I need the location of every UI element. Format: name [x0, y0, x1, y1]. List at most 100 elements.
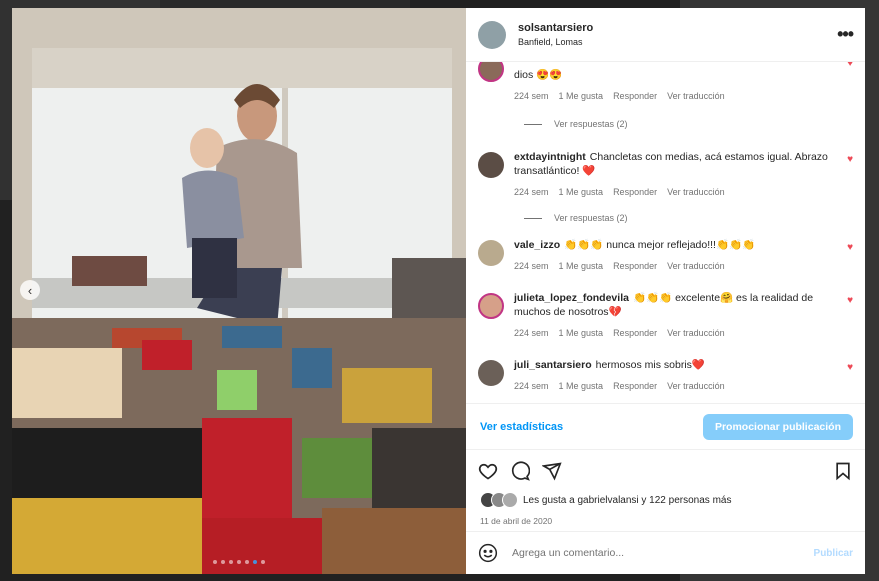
- post-header: solsantarsiero Banfield, Lomas •••: [466, 8, 865, 62]
- comment-item: extdayintnight Chancletas con medias, acá…: [478, 150, 853, 197]
- commenter-avatar[interactable]: [478, 62, 504, 82]
- comment-item: vale_izzo 👏👏👏 nunca mejor reflejado!!!👏👏👏…: [478, 238, 853, 271]
- comment-meta: 224 sem 1 Me gusta Responder Ver traducc…: [514, 91, 839, 101]
- ellipsis-icon[interactable]: •••: [837, 24, 854, 45]
- comment-meta: 224 sem 1 Me gusta Responder Ver traducc…: [514, 328, 839, 338]
- comment-likes-link[interactable]: 1 Me gusta: [559, 91, 604, 101]
- carousel-dot: [237, 560, 241, 564]
- comment-heart-icon[interactable]: ♥: [847, 154, 853, 197]
- post-actions: [466, 450, 865, 492]
- likes-text: Les gusta a gabrielvalansi y 122 persona…: [523, 494, 732, 506]
- carousel-dot: [261, 560, 265, 564]
- translate-link[interactable]: Ver traducción: [667, 187, 725, 197]
- comment-body: julieta_lopez_fondevila 👏👏👏 excelente🤗 es…: [514, 291, 839, 338]
- view-replies-link[interactable]: Ver respuestas (2): [524, 119, 628, 129]
- view-insights-link[interactable]: Ver estadísticas: [480, 421, 563, 433]
- commenter-avatar[interactable]: [478, 152, 504, 178]
- liker-avatar: [502, 492, 518, 508]
- comment-message: 👏👏👏 nunca mejor reflejado!!!👏👏👏: [564, 239, 756, 251]
- carousel-dot: [245, 560, 249, 564]
- carousel-dot: [213, 560, 217, 564]
- translate-link[interactable]: Ver traducción: [667, 381, 725, 391]
- comment-likes-link[interactable]: 1 Me gusta: [559, 261, 604, 271]
- post-location[interactable]: Banfield, Lomas: [518, 37, 837, 47]
- author-info: solsantarsiero Banfield, Lomas: [518, 22, 837, 47]
- comment-message: hermosos mis sobris❤️: [595, 359, 705, 371]
- reply-link[interactable]: Responder: [613, 328, 657, 338]
- photo-illustration: [12, 8, 466, 574]
- commenter-username[interactable]: extdayintnight: [514, 151, 586, 163]
- comment-text: julieta_lopez_fondevila 👏👏👏 excelente🤗 es…: [514, 291, 839, 319]
- carousel-dot: [221, 560, 225, 564]
- comment-heart-icon[interactable]: ♥: [847, 242, 853, 271]
- post-modal: ‹ solsantarsiero Banfield, Lomas ••• dio…: [12, 8, 865, 574]
- comment-item: juli_santarsiero hermosos mis sobris❤️ 22…: [478, 358, 853, 391]
- comment-meta: 224 sem 1 Me gusta Responder Ver traducc…: [514, 187, 839, 197]
- comment-time: 224 sem: [514, 261, 549, 271]
- carousel-dots: [12, 560, 466, 564]
- author-avatar[interactable]: [478, 20, 506, 49]
- comment-likes-link[interactable]: 1 Me gusta: [559, 187, 604, 197]
- comment-heart-icon[interactable]: ♥: [847, 295, 853, 338]
- reply-link[interactable]: Responder: [613, 91, 657, 101]
- comment-text: vale_izzo 👏👏👏 nunca mejor reflejado!!!👏👏👏: [514, 238, 839, 252]
- add-comment-bar: Publicar: [466, 531, 865, 574]
- publish-button[interactable]: Publicar: [814, 548, 853, 559]
- comment-body: dios 😍😍 224 sem 1 Me gusta Responder Ver…: [514, 62, 839, 101]
- commenter-username[interactable]: juli_santarsiero: [514, 359, 592, 371]
- comment-time: 224 sem: [514, 91, 549, 101]
- translate-link[interactable]: Ver traducción: [667, 328, 725, 338]
- smiley-icon[interactable]: [478, 543, 498, 563]
- author-username[interactable]: solsantarsiero: [518, 22, 837, 34]
- replies-divider: [524, 217, 542, 219]
- heart-outline-icon[interactable]: [478, 461, 498, 481]
- chevron-left-icon: ‹: [27, 282, 33, 298]
- carousel-dot: [229, 560, 233, 564]
- post-date: 11 de abril de 2020: [480, 516, 553, 526]
- comments-list[interactable]: dios 😍😍 224 sem 1 Me gusta Responder Ver…: [466, 62, 865, 403]
- post-photo: ‹: [12, 8, 466, 574]
- replies-divider: [524, 123, 542, 125]
- comment-item: dios 😍😍 224 sem 1 Me gusta Responder Ver…: [478, 62, 853, 101]
- commenter-avatar[interactable]: [478, 360, 504, 386]
- comment-body: extdayintnight Chancletas con medias, acá…: [514, 150, 839, 197]
- comment-heart-icon[interactable]: ♥: [847, 362, 853, 391]
- comment-time: 224 sem: [514, 328, 549, 338]
- insights-row: Ver estadísticas Promocionar publicación: [466, 403, 865, 450]
- commenter-username[interactable]: vale_izzo: [514, 239, 560, 251]
- comment-likes-link[interactable]: 1 Me gusta: [559, 328, 604, 338]
- view-replies-link[interactable]: Ver respuestas (2): [524, 213, 628, 223]
- comment-time: 224 sem: [514, 381, 549, 391]
- comment-text: extdayintnight Chancletas con medias, acá…: [514, 150, 839, 178]
- comment-input[interactable]: [510, 546, 814, 560]
- view-replies-label: Ver respuestas (2): [554, 119, 628, 129]
- speech-bubble-icon[interactable]: [510, 461, 530, 481]
- post-side-panel: solsantarsiero Banfield, Lomas ••• dios …: [466, 8, 865, 574]
- comment-likes-link[interactable]: 1 Me gusta: [559, 381, 604, 391]
- bookmark-icon[interactable]: [833, 461, 853, 481]
- commenter-avatar[interactable]: [478, 240, 504, 266]
- comment-meta: 224 sem 1 Me gusta Responder Ver traducc…: [514, 261, 839, 271]
- commenter-avatar[interactable]: [478, 293, 504, 319]
- reply-link[interactable]: Responder: [613, 261, 657, 271]
- reply-link[interactable]: Responder: [613, 187, 657, 197]
- carousel-prev-button[interactable]: ‹: [20, 280, 40, 300]
- view-replies-label: Ver respuestas (2): [554, 213, 628, 223]
- comment-text: dios 😍😍: [514, 68, 839, 82]
- commenter-username[interactable]: julieta_lopez_fondevila: [514, 292, 629, 304]
- comment-body: juli_santarsiero hermosos mis sobris❤️ 22…: [514, 358, 839, 391]
- translate-link[interactable]: Ver traducción: [667, 91, 725, 101]
- likes-summary[interactable]: Les gusta a gabrielvalansi y 122 persona…: [466, 492, 865, 508]
- comment-meta: 224 sem 1 Me gusta Responder Ver traducc…: [514, 381, 839, 391]
- translate-link[interactable]: Ver traducción: [667, 261, 725, 271]
- reply-link[interactable]: Responder: [613, 381, 657, 391]
- comment-body: vale_izzo 👏👏👏 nunca mejor reflejado!!!👏👏👏…: [514, 238, 839, 271]
- paper-plane-icon[interactable]: [542, 461, 562, 481]
- comment-heart-icon[interactable]: ♥: [847, 62, 853, 101]
- comment-item: julieta_lopez_fondevila 👏👏👏 excelente🤗 es…: [478, 291, 853, 338]
- comment-text: juli_santarsiero hermosos mis sobris❤️: [514, 358, 839, 372]
- carousel-dot: [253, 560, 257, 564]
- comment-time: 224 sem: [514, 187, 549, 197]
- promote-post-button[interactable]: Promocionar publicación: [702, 413, 853, 440]
- comment-message: dios 😍😍: [514, 69, 563, 81]
